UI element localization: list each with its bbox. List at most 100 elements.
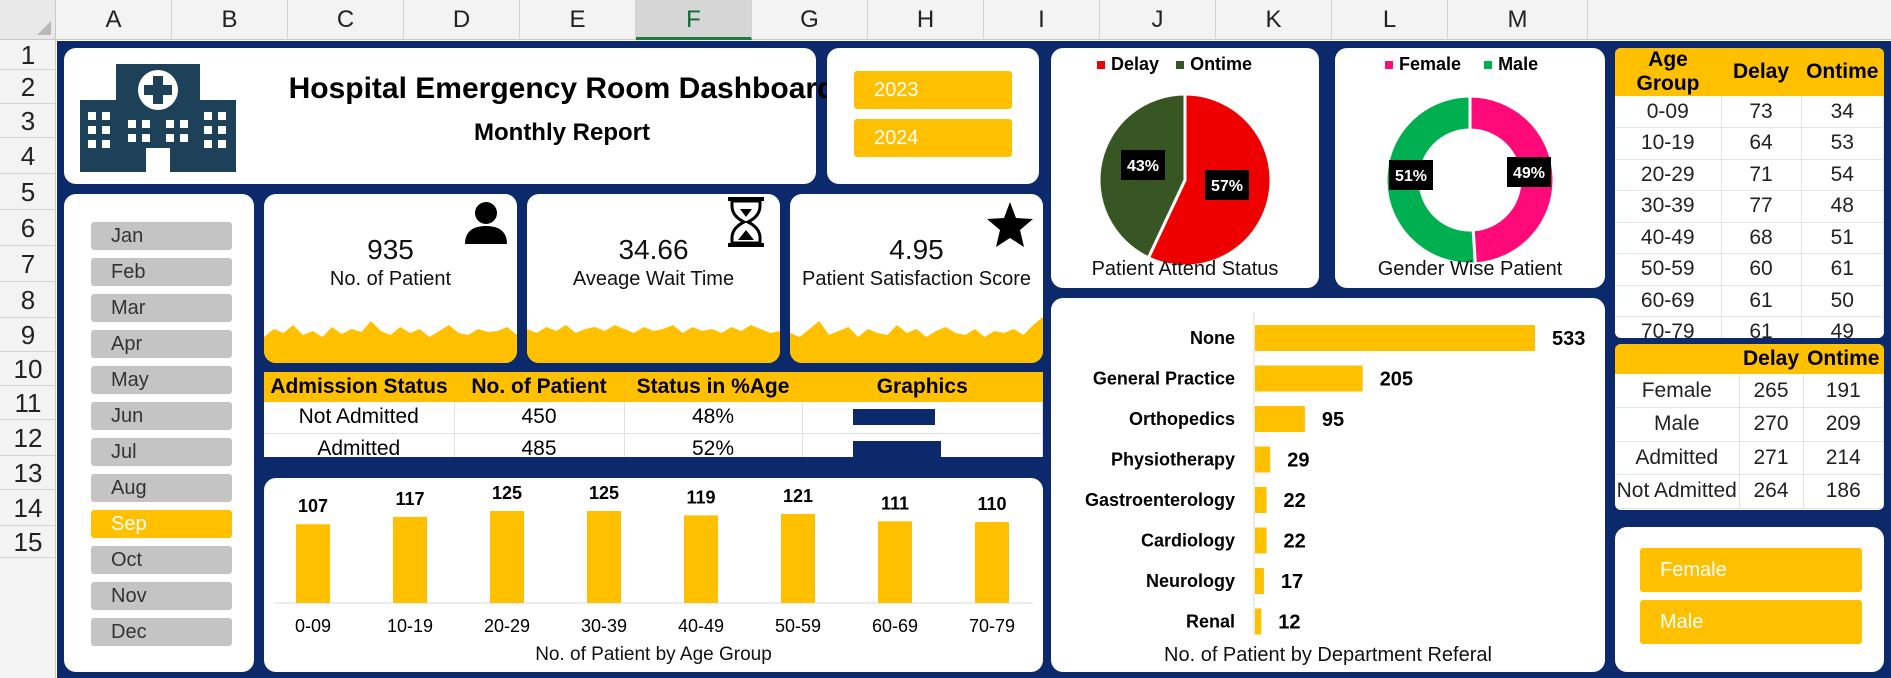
- column-header-a[interactable]: A: [56, 0, 172, 40]
- data-label: 17: [1281, 571, 1303, 593]
- bar-50-59: [781, 513, 815, 603]
- row-header-9[interactable]: 9: [0, 318, 56, 352]
- bar-renal: [1255, 608, 1262, 635]
- column-header-l[interactable]: L: [1332, 0, 1448, 40]
- column-header-c[interactable]: C: [288, 0, 404, 40]
- row-header-5[interactable]: 5: [0, 174, 56, 210]
- table-cell: 209: [1803, 407, 1884, 442]
- table-cell: 271: [1739, 441, 1804, 475]
- month-button-aug[interactable]: Aug: [91, 474, 232, 502]
- gender-card: Female Male 49% 51% Gender Wise Patient: [1335, 48, 1605, 288]
- column-header-h[interactable]: H: [868, 0, 984, 40]
- chart-title: Patient Attend Status: [1091, 258, 1279, 280]
- page-subtitle: Monthly Report: [474, 119, 650, 146]
- month-button-feb[interactable]: Feb: [91, 258, 232, 286]
- table-cell: Not Admitted: [264, 402, 455, 434]
- row-header-15[interactable]: 15: [0, 526, 56, 558]
- column-header-g[interactable]: G: [752, 0, 868, 40]
- age-group-bar-chart: 107 0-09 117 10-19 125 20-29 125 30-39 119 40-49 1…: [274, 483, 1033, 636]
- chart-title: No. of Patient by Age Group: [535, 644, 772, 665]
- data-label: 22: [1284, 490, 1306, 512]
- row-header-3[interactable]: 3: [0, 104, 56, 138]
- kpi-sparkline: [790, 317, 1043, 363]
- kpi-value: 935: [367, 234, 414, 265]
- share-bar: [852, 409, 935, 426]
- table-cell: 10-19: [1615, 127, 1722, 160]
- month-button-apr[interactable]: Apr: [91, 330, 232, 358]
- column-header-d[interactable]: D: [404, 0, 520, 40]
- kpi-sparkline: [264, 321, 517, 363]
- data-label: 125: [589, 483, 619, 503]
- chart-title: Gender Wise Patient: [1377, 258, 1563, 280]
- month-button-oct[interactable]: Oct: [91, 546, 232, 574]
- column-header-k[interactable]: K: [1216, 0, 1332, 40]
- row-header-10[interactable]: 10: [0, 352, 56, 386]
- category-label: Neurology: [1146, 571, 1235, 591]
- row-header-7[interactable]: 7: [0, 246, 56, 282]
- age-group-chart-card: 107 0-09 117 10-19 125 20-29 125 30-39 119 40-49 1…: [264, 478, 1043, 672]
- data-label: 57%: [1211, 178, 1243, 195]
- tick-label: 30-39: [581, 616, 627, 636]
- table-cell: 48%: [624, 402, 803, 434]
- row-header-4[interactable]: 4: [0, 138, 56, 174]
- admission-status-card: Admission Status No. of Patient Status i…: [264, 372, 1043, 457]
- column-header-j[interactable]: J: [1100, 0, 1216, 40]
- column-header-b[interactable]: B: [172, 0, 288, 40]
- year-button-2023[interactable]: 2023: [854, 71, 1012, 109]
- row-header-8[interactable]: 8: [0, 282, 56, 318]
- column-header: No. of Patient: [454, 372, 624, 402]
- gender-button-male[interactable]: Male: [1640, 600, 1862, 644]
- gender-donut-chart: 49% 51%: [1384, 94, 1556, 266]
- gender-button-female[interactable]: Female: [1640, 548, 1862, 592]
- sparkline-area: [527, 325, 780, 363]
- table-cell: 40-49: [1615, 222, 1722, 254]
- table-cell: 77: [1721, 190, 1802, 223]
- table-cell: 73: [1721, 96, 1802, 128]
- bar-cardiology: [1255, 527, 1267, 554]
- category-label: Renal: [1186, 612, 1235, 632]
- month-button-mar[interactable]: Mar: [91, 294, 232, 322]
- data-label: 533: [1552, 328, 1585, 350]
- month-button-sep[interactable]: Sep: [91, 510, 232, 538]
- row-header-1[interactable]: 1: [0, 40, 56, 70]
- year-button-2024[interactable]: 2024: [854, 119, 1012, 157]
- table-row: 30-39 77 48: [1615, 190, 1884, 223]
- category-label: Orthopedics: [1129, 409, 1235, 429]
- row-header-6[interactable]: 6: [0, 210, 56, 246]
- column-header-e[interactable]: E: [520, 0, 636, 40]
- row-header-14[interactable]: 14: [0, 490, 56, 526]
- tick-label: 60-69: [872, 616, 918, 636]
- legend-item-delay: Delay: [1097, 54, 1159, 74]
- month-button-jul[interactable]: Jul: [91, 438, 232, 466]
- month-button-nov[interactable]: Nov: [91, 582, 232, 610]
- legend-item-male: Male: [1484, 54, 1538, 74]
- table-cell: 70-79: [1615, 316, 1722, 338]
- column-header: Ontime: [1803, 344, 1884, 374]
- table-cell: 49: [1801, 316, 1884, 338]
- row-header-11[interactable]: 11: [0, 386, 56, 420]
- column-header-m[interactable]: M: [1448, 0, 1588, 40]
- month-button-may[interactable]: May: [91, 366, 232, 394]
- select-all-corner[interactable]: [0, 0, 56, 40]
- row-header-2[interactable]: 2: [0, 70, 56, 104]
- graphic-cell: [802, 433, 1043, 457]
- table-cell: 60-69: [1615, 285, 1722, 317]
- bar-neurology: [1255, 568, 1264, 594]
- row-header-13[interactable]: 13: [0, 456, 56, 490]
- table-cell: Admitted: [264, 433, 455, 457]
- kpi-card-patients: 935 No. of Patient: [264, 194, 517, 363]
- month-button-dec[interactable]: Dec: [91, 618, 232, 646]
- column-header-f[interactable]: F: [636, 0, 752, 40]
- data-label: 205: [1380, 369, 1413, 391]
- table-cell: 34: [1801, 96, 1884, 128]
- column-header-i[interactable]: I: [984, 0, 1100, 40]
- data-label: 12: [1278, 612, 1300, 634]
- row-header-12[interactable]: 12: [0, 420, 56, 456]
- table-cell: Not Admitted: [1615, 474, 1740, 509]
- tick-label: 20-29: [484, 616, 530, 636]
- column-header: Ontime: [1801, 48, 1884, 96]
- month-button-jan[interactable]: Jan: [91, 222, 232, 250]
- data-label: 119: [686, 487, 715, 507]
- month-button-jun[interactable]: Jun: [91, 402, 232, 430]
- table-cell: 270: [1739, 407, 1804, 442]
